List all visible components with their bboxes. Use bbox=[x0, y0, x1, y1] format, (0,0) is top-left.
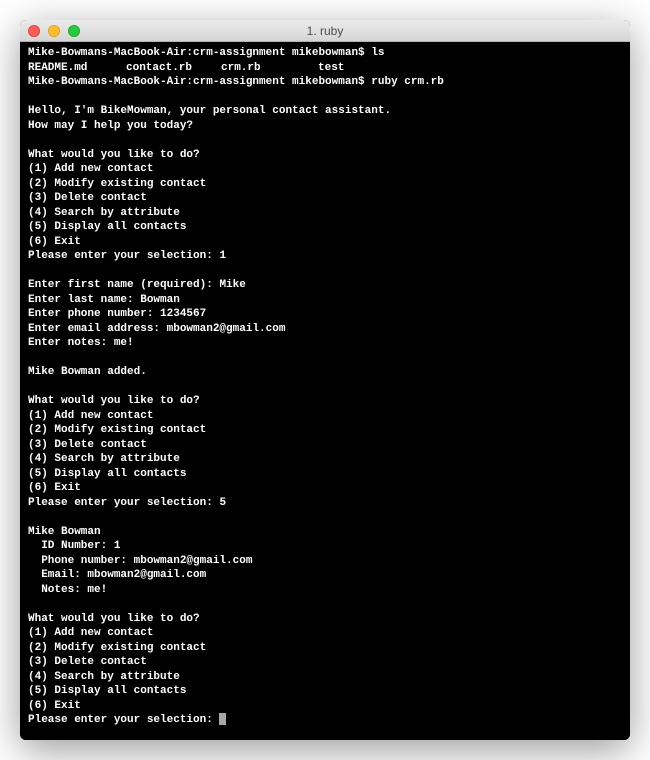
blank-line bbox=[28, 90, 622, 105]
menu-option: (3) Delete contact bbox=[28, 438, 622, 453]
menu-header: What would you like to do? bbox=[28, 148, 622, 163]
selection-prompt: Please enter your selection: bbox=[28, 713, 622, 728]
menu-option: (2) Modify existing contact bbox=[28, 641, 622, 656]
user-input: me! bbox=[114, 337, 134, 349]
prompt-label: Please enter your selection: bbox=[28, 497, 219, 509]
ls-output: README.mdcontact.rbcrm.rbtest bbox=[28, 61, 622, 76]
confirmation-message: Mike Bowman added. bbox=[28, 365, 622, 380]
menu-option: (4) Search by attribute bbox=[28, 452, 622, 467]
input-line: Enter notes: me! bbox=[28, 336, 622, 351]
menu-option: (1) Add new contact bbox=[28, 162, 622, 177]
contact-field: Phone number: mbowman2@gmail.com bbox=[28, 554, 622, 569]
traffic-lights bbox=[28, 25, 80, 37]
input-line: Enter email address: mbowman2@gmail.com bbox=[28, 322, 622, 337]
contact-field: ID Number: 1 bbox=[28, 539, 622, 554]
maximize-icon[interactable] bbox=[68, 25, 80, 37]
blank-line bbox=[28, 351, 622, 366]
menu-option: (5) Display all contacts bbox=[28, 684, 622, 699]
blank-line bbox=[28, 597, 622, 612]
menu-option: (2) Modify existing contact bbox=[28, 177, 622, 192]
menu-option: (5) Display all contacts bbox=[28, 467, 622, 482]
menu-option: (5) Display all contacts bbox=[28, 220, 622, 235]
terminal-body[interactable]: Mike-Bowmans-MacBook-Air:crm-assignment … bbox=[20, 42, 630, 740]
menu-option: (1) Add new contact bbox=[28, 409, 622, 424]
file-name: contact.rb bbox=[126, 61, 221, 76]
user-input: mbowman2@gmail.com bbox=[167, 323, 286, 335]
menu-option: (4) Search by attribute bbox=[28, 670, 622, 685]
input-line: Enter last name: Bowman bbox=[28, 293, 622, 308]
file-name: test bbox=[318, 61, 344, 76]
contact-name: Mike Bowman bbox=[28, 525, 622, 540]
prompt-label: Please enter your selection: bbox=[28, 714, 219, 726]
cursor-icon bbox=[219, 713, 226, 725]
menu-option: (6) Exit bbox=[28, 699, 622, 714]
terminal-window: 1. ruby Mike-Bowmans-MacBook-Air:crm-ass… bbox=[20, 20, 630, 740]
window-title: 1. ruby bbox=[20, 24, 630, 38]
selection-prompt: Please enter your selection: 1 bbox=[28, 249, 622, 264]
input-line: Enter first name (required): Mike bbox=[28, 278, 622, 293]
user-input: 5 bbox=[219, 497, 226, 509]
blank-line bbox=[28, 510, 622, 525]
menu-header: What would you like to do? bbox=[28, 394, 622, 409]
blank-line bbox=[28, 133, 622, 148]
input-line: Enter phone number: 1234567 bbox=[28, 307, 622, 322]
menu-option: (1) Add new contact bbox=[28, 626, 622, 641]
selection-prompt: Please enter your selection: 5 bbox=[28, 496, 622, 511]
user-input: 1234567 bbox=[160, 308, 206, 320]
greeting-line: Hello, I'm BikeMowman, your personal con… bbox=[28, 104, 622, 119]
menu-option: (6) Exit bbox=[28, 481, 622, 496]
shell-prompt: Mike-Bowmans-MacBook-Air:crm-assignment … bbox=[28, 47, 371, 59]
menu-header: What would you like to do? bbox=[28, 612, 622, 627]
menu-option: (3) Delete contact bbox=[28, 191, 622, 206]
field-label: Enter first name (required): bbox=[28, 279, 219, 291]
command-text: ruby crm.rb bbox=[371, 76, 444, 88]
prompt-line: Mike-Bowmans-MacBook-Air:crm-assignment … bbox=[28, 46, 622, 61]
minimize-icon[interactable] bbox=[48, 25, 60, 37]
field-label: Enter notes: bbox=[28, 337, 114, 349]
blank-line bbox=[28, 380, 622, 395]
prompt-label: Please enter your selection: bbox=[28, 250, 219, 262]
field-label: Enter email address: bbox=[28, 323, 167, 335]
prompt-line: Mike-Bowmans-MacBook-Air:crm-assignment … bbox=[28, 75, 622, 90]
user-input: Bowman bbox=[140, 294, 180, 306]
shell-prompt: Mike-Bowmans-MacBook-Air:crm-assignment … bbox=[28, 76, 371, 88]
file-name: crm.rb bbox=[221, 61, 318, 76]
file-name: README.md bbox=[28, 61, 126, 76]
menu-option: (2) Modify existing contact bbox=[28, 423, 622, 438]
greeting-line: How may I help you today? bbox=[28, 119, 622, 134]
menu-option: (3) Delete contact bbox=[28, 655, 622, 670]
user-input: 1 bbox=[219, 250, 226, 262]
command-text: ls bbox=[371, 47, 384, 59]
menu-option: (4) Search by attribute bbox=[28, 206, 622, 221]
blank-line bbox=[28, 264, 622, 279]
field-label: Enter last name: bbox=[28, 294, 140, 306]
menu-option: (6) Exit bbox=[28, 235, 622, 250]
contact-field: Email: mbowman2@gmail.com bbox=[28, 568, 622, 583]
user-input: Mike bbox=[219, 279, 245, 291]
field-label: Enter phone number: bbox=[28, 308, 160, 320]
close-icon[interactable] bbox=[28, 25, 40, 37]
contact-field: Notes: me! bbox=[28, 583, 622, 598]
title-bar: 1. ruby bbox=[20, 20, 630, 42]
